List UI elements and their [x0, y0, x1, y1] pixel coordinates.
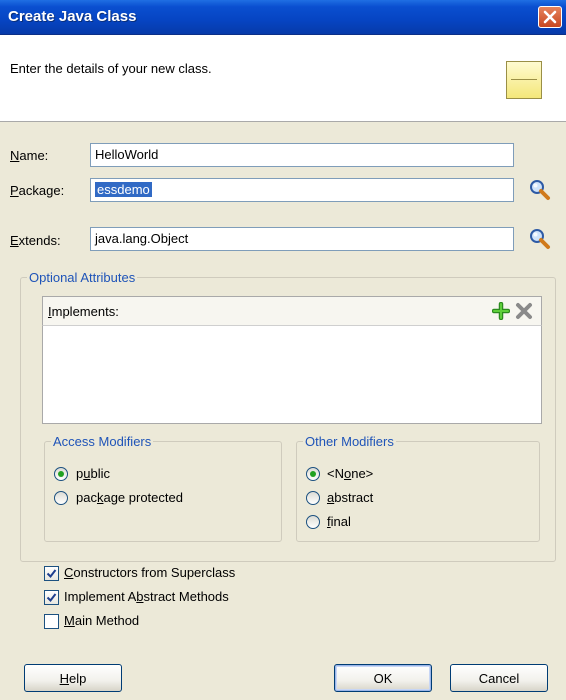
access-modifiers-group: Access Modifiers: [44, 434, 282, 542]
close-button[interactable]: [538, 6, 562, 28]
implements-label: Implements:: [48, 304, 119, 319]
close-icon: [543, 10, 557, 24]
name-value: HelloWorld: [95, 147, 159, 162]
header-panel: [0, 35, 566, 122]
radio-final[interactable]: [306, 515, 320, 529]
radio-none[interactable]: [306, 467, 320, 481]
checkmark-icon: [46, 569, 57, 579]
help-button[interactable]: Help: [24, 664, 122, 692]
extends-label: Extends:: [10, 233, 61, 248]
remove-icon[interactable]: [515, 302, 533, 320]
search-icon[interactable]: [528, 227, 552, 251]
optional-attributes-legend: Optional Attributes: [29, 270, 136, 285]
checkbox-constructors-label[interactable]: Constructors from Superclass: [64, 565, 235, 580]
window-title: Create Java Class: [8, 8, 137, 25]
radio-public-label[interactable]: public: [76, 466, 110, 481]
checkbox-abstract-methods[interactable]: [44, 590, 59, 605]
radio-abstract[interactable]: [306, 491, 320, 505]
radio-abstract-label[interactable]: abstract: [327, 490, 373, 505]
radio-package-protected[interactable]: [54, 491, 68, 505]
search-icon[interactable]: [528, 178, 552, 202]
cancel-button[interactable]: Cancel: [450, 664, 548, 692]
ok-button[interactable]: OK: [334, 664, 432, 692]
radio-public[interactable]: [54, 467, 68, 481]
extends-input[interactable]: java.lang.Object: [90, 227, 514, 251]
radio-package-protected-label[interactable]: package protected: [76, 490, 183, 505]
other-modifiers-legend: Other Modifiers: [305, 434, 394, 449]
checkbox-main-method[interactable]: [44, 614, 59, 629]
name-input[interactable]: HelloWorld: [90, 143, 514, 167]
class-file-icon: [506, 61, 542, 99]
checkbox-main-method-label[interactable]: Main Method: [64, 613, 139, 628]
access-modifiers-legend: Access Modifiers: [53, 434, 152, 449]
checkbox-constructors[interactable]: [44, 566, 59, 581]
package-label: Package:: [10, 183, 65, 198]
radio-final-label[interactable]: final: [327, 514, 351, 529]
add-icon[interactable]: [492, 302, 510, 320]
header-description: Enter the details of your new class.: [10, 61, 212, 76]
extends-value: java.lang.Object: [95, 231, 189, 246]
checkbox-abstract-methods-label[interactable]: Implement Abstract Methods: [64, 589, 229, 604]
name-label: Name:: [10, 148, 49, 163]
package-value: essdemo: [95, 182, 152, 197]
checkmark-icon: [46, 593, 57, 603]
radio-none-label[interactable]: <None>: [327, 466, 373, 481]
package-input[interactable]: essdemo: [90, 178, 514, 202]
